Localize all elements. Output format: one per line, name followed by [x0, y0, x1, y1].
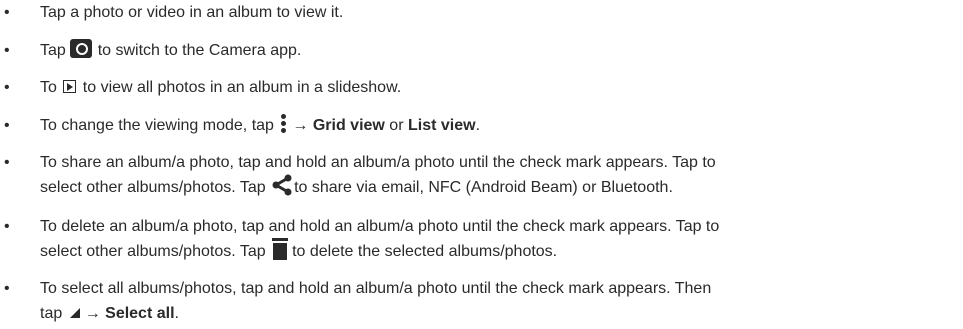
item-text-line1: To delete an album/a photo, tap and hold… — [40, 218, 720, 235]
item-text: To share an album/a photo, tap and hold … — [40, 150, 955, 200]
grid-view-label: Grid view — [312, 117, 385, 134]
bullet: • — [4, 218, 10, 235]
item-text-line1: To share an album/a photo, tap and hold … — [40, 154, 716, 171]
arrow: → — [84, 305, 101, 322]
item-text-pre: Tap — [40, 42, 71, 59]
slideshow-play-icon — [63, 80, 77, 94]
bullet: • — [4, 154, 10, 171]
item-text-post: to delete the selected albums/photos. — [292, 243, 558, 260]
item-text-end: . — [475, 117, 481, 134]
item-text-post: to switch to the Camera app. — [93, 42, 302, 59]
arrow: → — [292, 117, 309, 134]
instruction-list: • Tap a photo or video in an album to vi… — [0, 0, 963, 329]
item-text-pre: tap — [40, 305, 67, 322]
corner-triangle-icon — [69, 307, 80, 318]
item-text-line1: To select all albums/photos, tap and hol… — [40, 280, 712, 297]
item-text-pre: To change the viewing mode, tap — [40, 117, 279, 134]
item-text-end: . — [174, 305, 179, 322]
bullet: • — [4, 4, 10, 21]
item-text: To delete an album/a photo, tap and hold… — [40, 214, 955, 264]
item-text-pre: To — [40, 79, 62, 96]
select-all-label: Select all — [105, 305, 175, 322]
item-text: To to view all photos in an album in a s… — [40, 75, 955, 100]
bullet: • — [4, 79, 10, 96]
item-text-post: to share via email, NFC (Android Beam) o… — [294, 179, 673, 196]
bullet: • — [4, 117, 10, 134]
item-text-post: to view all photos in an album in a slid… — [78, 79, 402, 96]
bullet: • — [4, 42, 10, 59]
item-text-or: or — [384, 117, 408, 134]
item-text: To change the viewing mode, tap → Grid v… — [40, 113, 955, 138]
share-icon — [271, 174, 293, 196]
item-text: Tap a photo or video in an album to view… — [40, 4, 344, 21]
list-view-label: List view — [407, 117, 476, 134]
item-text: To select all albums/photos, tap and hol… — [40, 276, 955, 326]
camera-icon — [70, 39, 93, 59]
trash-icon — [272, 237, 289, 260]
bullet: • — [4, 280, 10, 297]
item-text: Tap to switch to the Camera app. — [40, 38, 955, 63]
item-text-pre: select other albums/photos. Tap — [40, 179, 271, 196]
more-options-icon — [281, 113, 287, 133]
item-text-pre: select other albums/photos. Tap — [40, 243, 271, 260]
